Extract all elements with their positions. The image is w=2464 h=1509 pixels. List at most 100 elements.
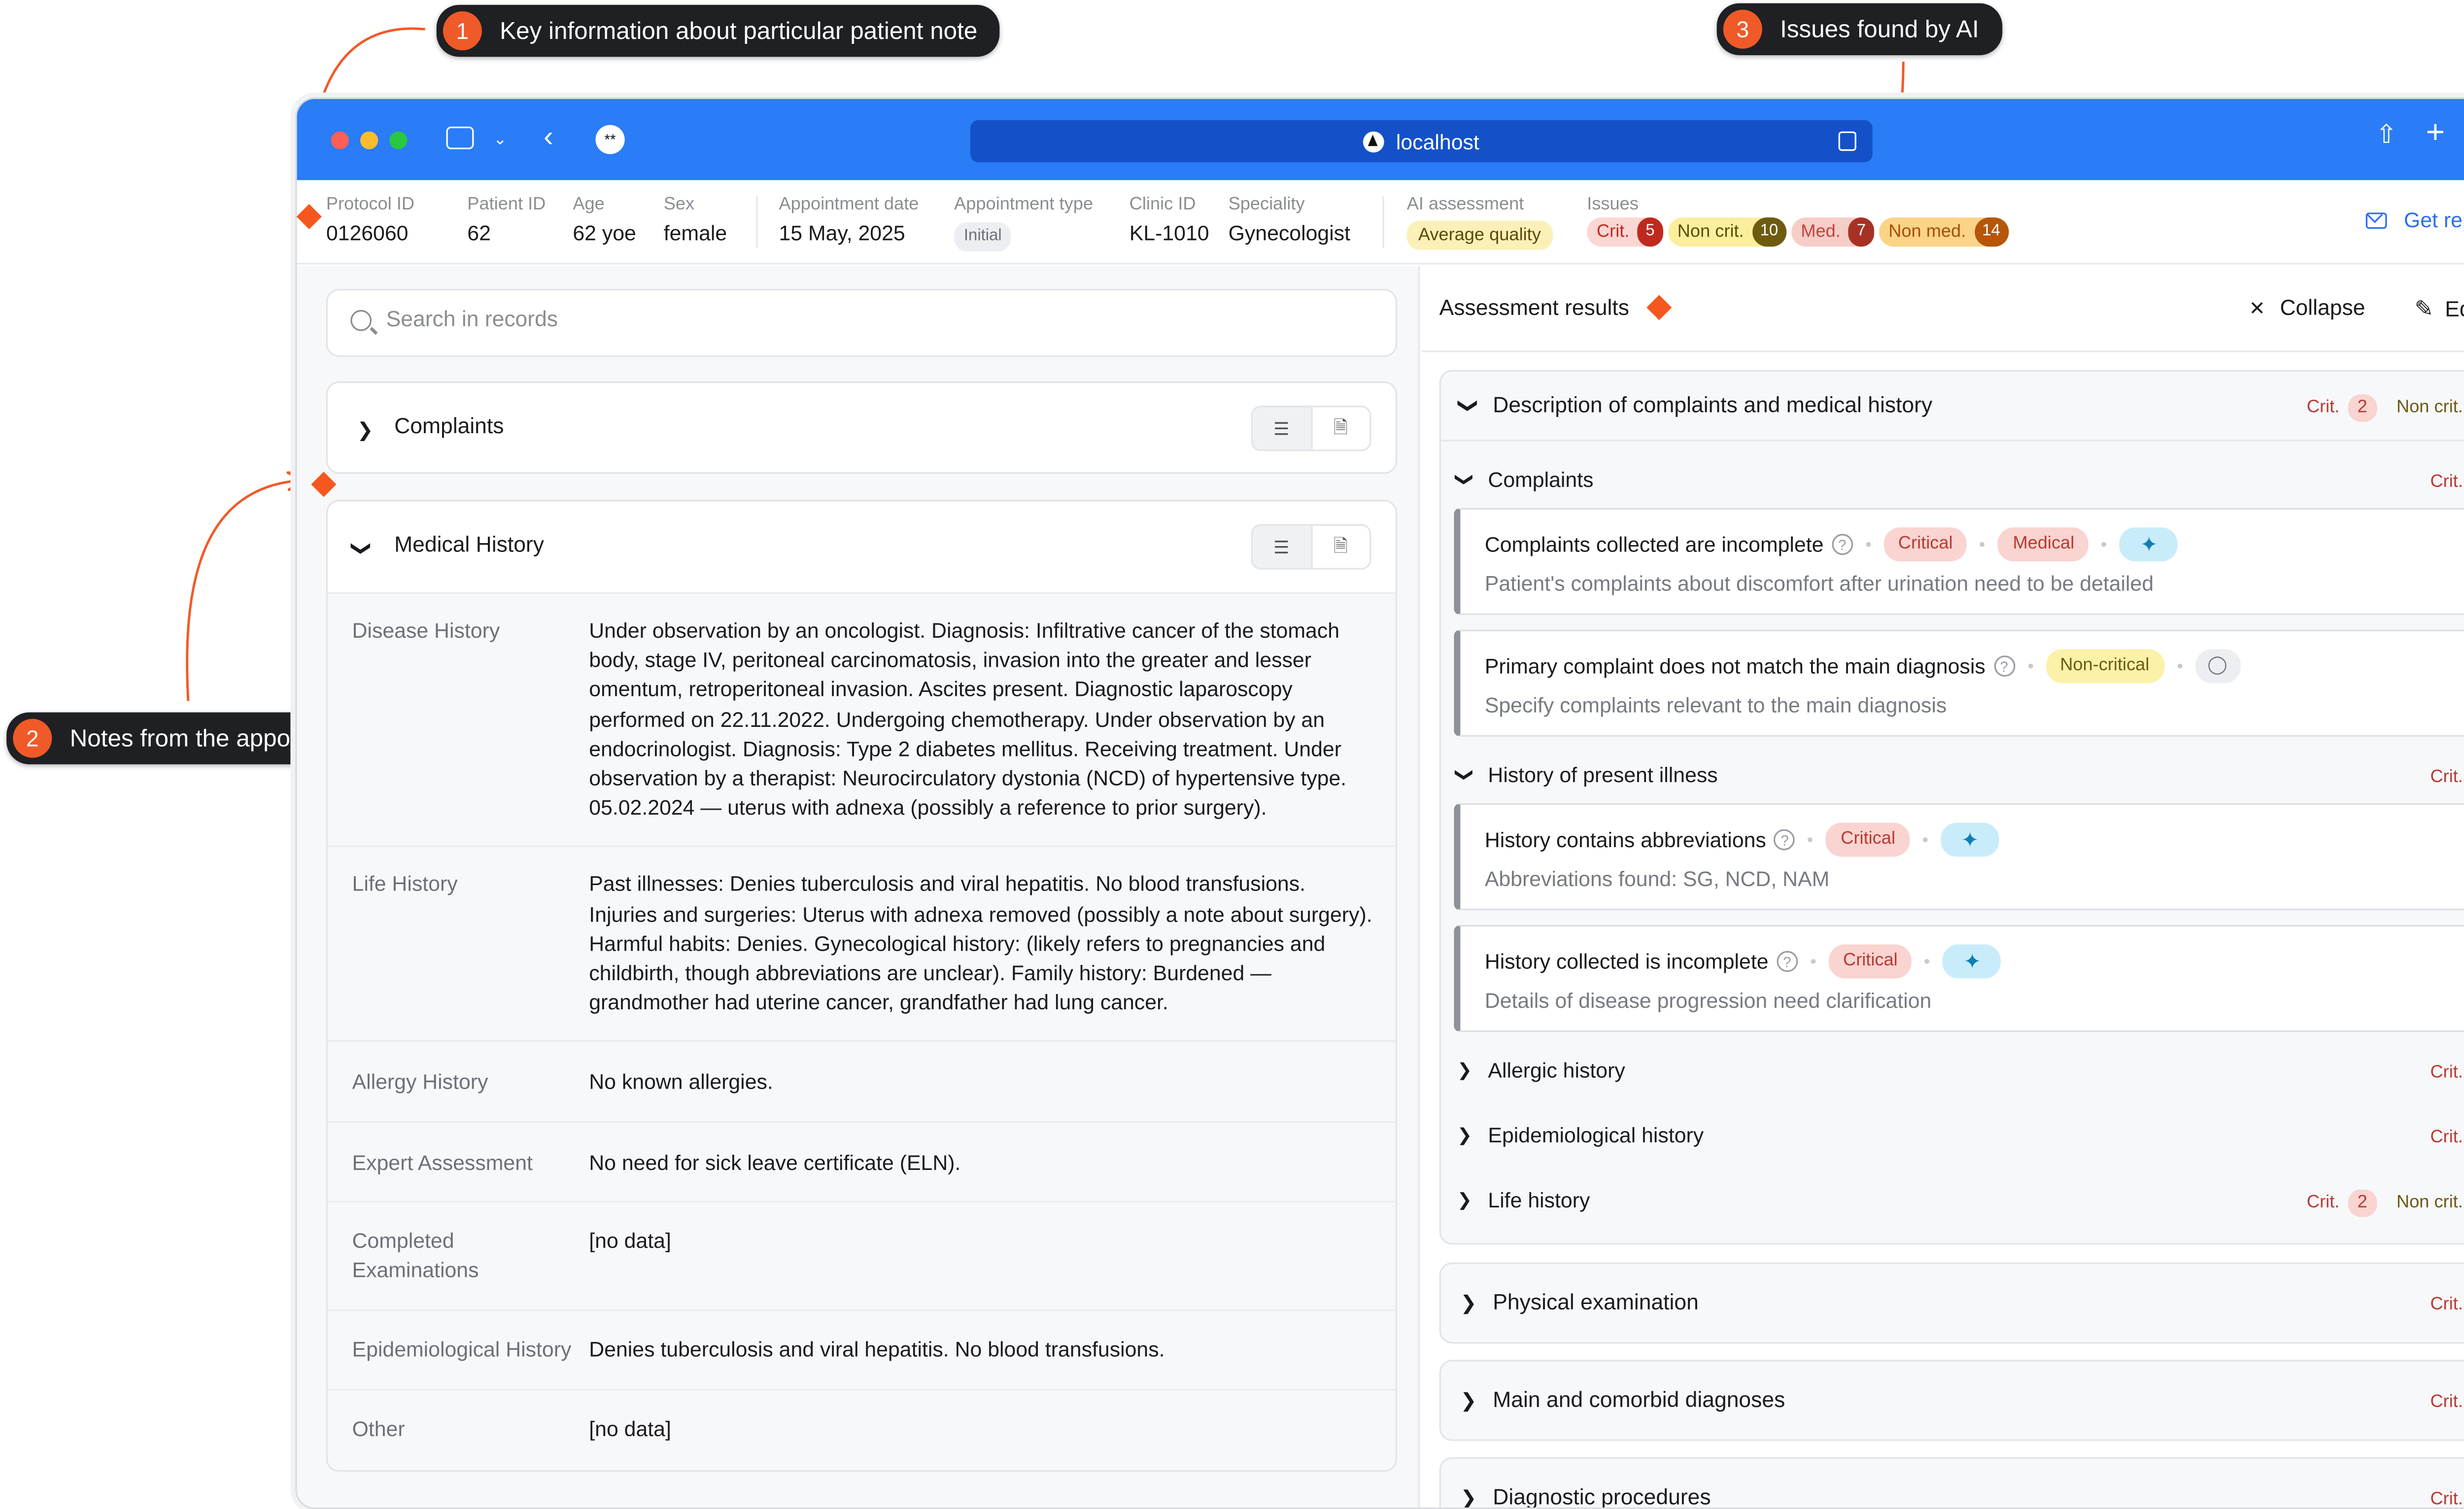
ai-sparkle-icon: ✦ <box>2120 527 2178 562</box>
critical-issues-badge[interactable]: Crit. 5 <box>1587 217 1663 247</box>
back-arrow-icon[interactable]: ‹ <box>544 122 553 151</box>
chevron-right-icon[interactable]: ❯ <box>357 419 373 442</box>
close-window-button[interactable] <box>331 131 349 149</box>
subsection-complaints[interactable]: ❯ Complaints Crit. 2 <box>1441 456 2464 508</box>
section-header[interactable]: ❯ Physical examination Crit. 2 <box>1441 1272 2464 1337</box>
issue-description: Specify complaints relevant to the main … <box>1484 692 1947 718</box>
chevron-down-icon[interactable]: ❯ <box>1457 398 1480 414</box>
section-physical-examination[interactable]: ❯ Physical examination Crit. 2 <box>1439 1262 2464 1344</box>
issue-counts: Crit. 2 <box>2430 1047 2464 1098</box>
address-bar[interactable]: localhost <box>970 120 1873 163</box>
issue-card[interactable]: Complaints collected are incomplete ? Cr… <box>1454 508 2464 615</box>
medical-history-title: Medical History <box>394 532 544 557</box>
issue-counts: Crit. 2 Non crit. 1 <box>2307 375 2464 440</box>
reader-icon[interactable] <box>1838 131 1856 151</box>
issue-card[interactable]: History contains abbreviations ? Critica… <box>1454 803 2464 911</box>
issue-title: Primary complaint does not match the mai… <box>1484 653 1985 679</box>
age: Age 62 yoe <box>573 193 636 250</box>
subsection-life-history[interactable]: ❯ Life history Crit. 2 Non crit. 1 <box>1441 1176 2464 1228</box>
list-view-icon[interactable]: ☰ <box>1252 525 1312 568</box>
help-icon[interactable]: ? <box>1774 829 1796 851</box>
document-view-icon[interactable]: 🗎 <box>1312 526 1369 568</box>
complaints-card: ❯ Complaints ☰ 🗎 <box>326 381 1398 474</box>
section-diagnoses[interactable]: ❯ Main and comorbid diagnoses Crit. 2 <box>1439 1360 2464 1441</box>
issue-description: Abbreviations found: SG, NCD, NAM <box>1484 866 1830 891</box>
subsection-title: Epidemiological history <box>1488 1123 1704 1147</box>
extension-icon[interactable]: ** <box>595 125 625 154</box>
noncritical-tag: Non-critical <box>2045 649 2164 684</box>
chevron-right-icon[interactable]: ❯ <box>1457 1125 1472 1146</box>
chevron-down-icon[interactable]: ❯ <box>1454 767 1475 782</box>
records-panel: ❯ Complaints ☰ 🗎 ❯ Medical History ☰ 🗎 <box>297 266 1420 1508</box>
nonmedical-issues-badge[interactable]: Non med. 14 <box>1879 217 2009 247</box>
callout-text: Issues found by AI <box>1780 15 1979 43</box>
subsection-present-illness[interactable]: ❯ History of present illness Crit. 2 <box>1441 752 2464 803</box>
section-header[interactable]: ❯ Description of complaints and medical … <box>1441 375 2464 440</box>
separator-dot <box>2177 663 2182 669</box>
maximize-window-button[interactable] <box>389 131 408 149</box>
chevron-right-icon[interactable]: ❯ <box>1457 1190 1472 1211</box>
sidebar-toggle-icon[interactable] <box>446 126 474 149</box>
crit-label: Crit. <box>2430 767 2463 787</box>
share-icon[interactable]: ⇧ <box>2376 123 2397 149</box>
issues-summary: Issues Crit. 5 Non crit. 10 Med. 7 Non med.… <box>1587 193 2013 247</box>
subsection-title: Life history <box>1488 1188 1590 1212</box>
subsection-epidemiological-history[interactable]: ❯ Epidemiological history Crit. 2 <box>1441 1111 2464 1163</box>
record-value: Past illnesses: Denies tuberculosis and … <box>589 872 1372 1015</box>
complaints-header[interactable]: ❯ Complaints ☰ 🗎 <box>328 383 1396 474</box>
chevron-right-icon[interactable]: ❯ <box>1457 1060 1472 1081</box>
crit-count: 2 <box>2347 1188 2377 1216</box>
help-icon[interactable]: ? <box>1777 951 1798 972</box>
chevron-down-icon[interactable]: ❯ <box>1454 472 1475 487</box>
help-icon[interactable]: ? <box>1831 534 1853 555</box>
list-view-icon[interactable]: ☰ <box>1252 407 1312 450</box>
search-box[interactable] <box>326 289 1398 357</box>
crit-label: Crit. <box>2430 472 2463 492</box>
collapse-button[interactable]: ✕ Collapse <box>2249 295 2365 319</box>
protocol-id: Protocol ID 0126060 <box>326 193 414 250</box>
collapse-label: Collapse <box>2280 295 2365 320</box>
chevron-right-icon[interactable]: ❯ <box>1460 1486 1476 1508</box>
section-header[interactable]: ❯ Main and comorbid diagnoses Crit. 2 <box>1441 1370 2464 1435</box>
issue-counts: Crit. 2 <box>2430 456 2464 508</box>
issue-description: Details of disease progression need clar… <box>1484 988 1932 1013</box>
chevron-right-icon[interactable]: ❯ <box>1460 1292 1476 1314</box>
noncrit-label: Non crit. <box>2396 397 2463 417</box>
age-label: Age <box>573 195 605 214</box>
record-value: No need for sick leave certificate (ELN)… <box>589 1150 961 1174</box>
subsection-allergic-history[interactable]: ❯ Allergic history Crit. 2 <box>1441 1047 2464 1098</box>
medical-issues-badge[interactable]: Med. 7 <box>1791 217 1874 247</box>
help-icon[interactable]: ? <box>1993 655 2015 677</box>
minimize-window-button[interactable] <box>360 131 378 149</box>
section-header[interactable]: ❯ Diagnostic procedures Crit. 2 <box>1441 1467 2464 1508</box>
chevron-down-icon[interactable]: ⌄ <box>493 128 507 154</box>
record-value: No known allergies. <box>589 1070 773 1095</box>
noncritical-issues-badge[interactable]: Non crit. 10 <box>1668 217 1786 247</box>
noncrit-label: Non crit. <box>2396 1193 2463 1212</box>
search-input[interactable] <box>386 307 1360 331</box>
issue-card[interactable]: History collected is incomplete ? Critic… <box>1454 925 2464 1032</box>
appointment-date-label: Appointment date <box>779 195 919 214</box>
browser-window: ⌄ ‹ ** localhost ⇧ + Protocol ID 0126060… <box>295 97 2464 1509</box>
crit-label: Crit. <box>2306 397 2340 417</box>
assessment-title: Assessment results <box>1439 295 1630 320</box>
ai-sparkle-icon: ✦ <box>1941 823 1999 857</box>
edit-button[interactable]: ✎ Edit <box>2415 295 2464 323</box>
medical-tag: Medical <box>1998 527 2089 562</box>
document-view-icon[interactable]: 🗎 <box>1312 407 1369 449</box>
patient-info-bar: Protocol ID 0126060 Patient ID 62 Age 62… <box>297 180 2464 265</box>
record-row: Disease History Under observation by an … <box>328 592 1396 846</box>
issue-counts: Crit. 2 Non crit. 1 <box>2307 1176 2464 1228</box>
collapse-icon: ✕ <box>2249 296 2265 319</box>
chevron-down-icon[interactable]: ❯ <box>350 540 373 556</box>
new-tab-icon[interactable]: + <box>2426 117 2445 149</box>
medical-history-header[interactable]: ❯ Medical History ☰ 🗎 <box>328 501 1396 592</box>
record-label: Life History <box>352 872 458 896</box>
chevron-right-icon[interactable]: ❯ <box>1460 1389 1476 1412</box>
get-report-button[interactable]: Get report <box>2366 207 2464 232</box>
clinic-id: Clinic ID KL-1010 <box>1129 193 1209 250</box>
section-diagnostic-procedures[interactable]: ❯ Diagnostic procedures Crit. 2 <box>1439 1457 2464 1508</box>
issue-title: Complaints collected are incomplete <box>1484 532 1824 557</box>
record-value: Under observation by an oncologist. Diag… <box>589 618 1347 820</box>
issue-card[interactable]: Primary complaint does not match the mai… <box>1454 629 2464 737</box>
